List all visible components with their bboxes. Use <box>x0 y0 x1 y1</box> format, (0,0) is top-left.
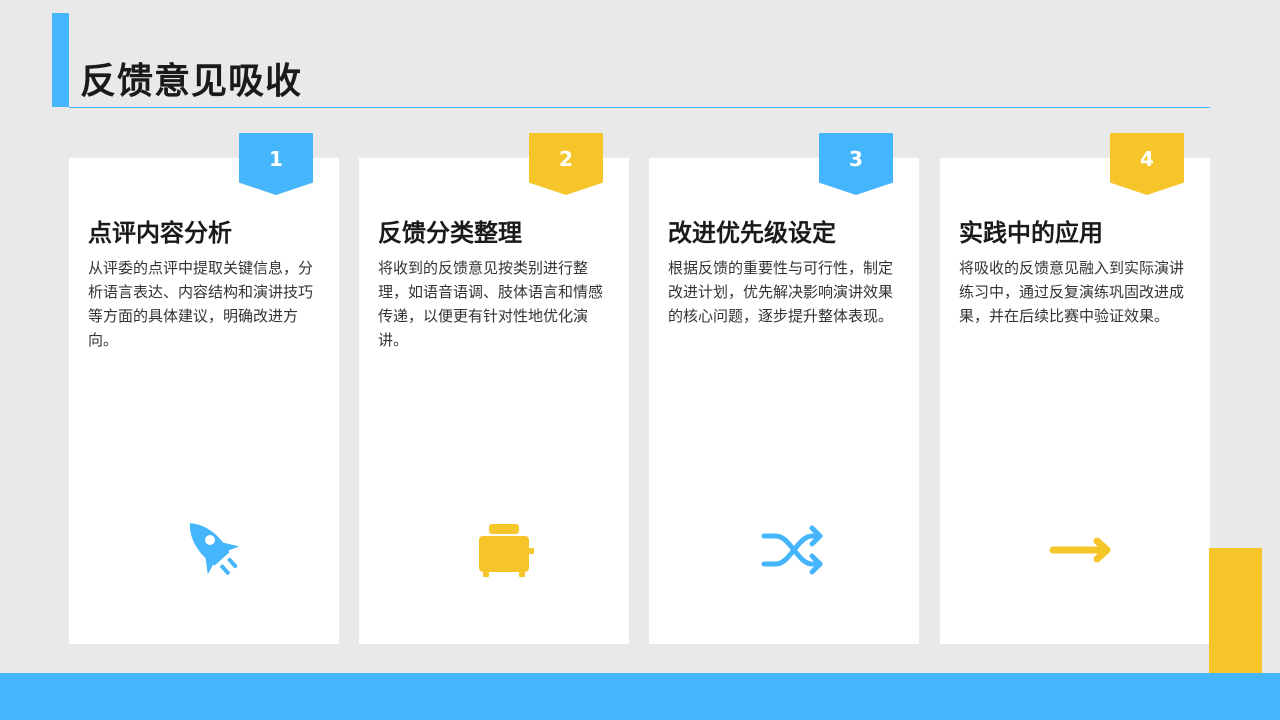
card-body: 将吸收的反馈意见融入到实际演讲练习中，通过反复演练巩固改进成果，并在后续比赛中验… <box>959 259 1185 325</box>
step-number: 2 <box>559 147 573 171</box>
arrow-right-icon <box>1049 537 1111 563</box>
slide-title: 反馈意见吸收 <box>80 61 303 102</box>
toaster-icon <box>479 524 534 577</box>
footer-band <box>0 673 1280 720</box>
step-card-2: 2 反馈分类整理 将收到的反馈意见按类别进行整理，如语音语调、肢体语言和情感传递… <box>359 133 629 644</box>
step-number-badge: 3 <box>819 133 893 195</box>
shuffle-icon <box>761 525 823 575</box>
step-card-4: 4 实践中的应用 将吸收的反馈意见融入到实际演讲练习中，通过反复演练巩固改进成果… <box>940 133 1210 644</box>
card-body: 将收到的反馈意见按类别进行整理，如语音语调、肢体语言和情感传递，以便更有针对性地… <box>378 259 604 349</box>
title-accent-bar <box>52 13 69 107</box>
step-number: 1 <box>269 147 283 171</box>
title-divider <box>69 107 1210 108</box>
card-heading: 改进优先级设定 <box>668 219 836 247</box>
corner-accent-block <box>1209 548 1262 673</box>
card-body: 根据反馈的重要性与可行性，制定改进计划，优先解决影响演讲效果的核心问题，逐步提升… <box>668 259 894 325</box>
card-heading: 点评内容分析 <box>88 219 232 247</box>
card-heading: 实践中的应用 <box>959 219 1103 247</box>
step-number-badge: 4 <box>1110 133 1184 195</box>
step-number-badge: 2 <box>529 133 603 195</box>
step-card-1: 1 点评内容分析 从评委的点评中提取关键信息，分析语言表达、内容结构和演讲技巧等… <box>69 133 339 644</box>
card-body: 从评委的点评中提取关键信息，分析语言表达、内容结构和演讲技巧等方面的具体建议，明… <box>88 259 314 349</box>
card-heading: 反馈分类整理 <box>378 219 522 247</box>
step-number: 4 <box>1140 147 1154 171</box>
step-number: 3 <box>849 147 863 171</box>
rocket-icon <box>189 523 239 575</box>
step-number-badge: 1 <box>239 133 313 195</box>
step-card-3: 3 改进优先级设定 根据反馈的重要性与可行性，制定改进计划，优先解决影响演讲效果… <box>649 133 919 644</box>
